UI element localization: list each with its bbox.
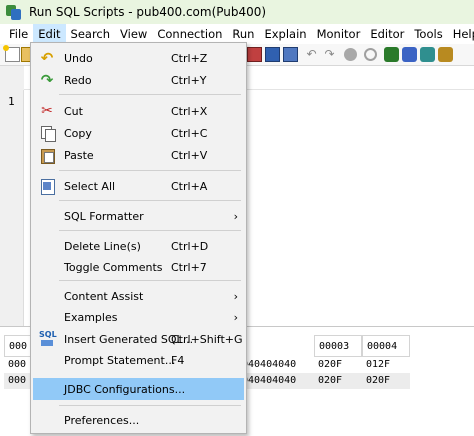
run-from-selected-icon[interactable]: [420, 47, 435, 62]
app-icon: [6, 4, 21, 20]
menu-separator: [59, 230, 241, 231]
menu-item-label: Cut: [64, 104, 83, 118]
menu-item-label: JDBC Configurations...: [64, 382, 186, 396]
menu-item-shortcut: Ctrl+Z: [171, 51, 208, 65]
menu-item-jdbc-configurations[interactable]: JDBC Configurations...: [33, 378, 244, 400]
toolbar-tool-2-icon[interactable]: [265, 47, 280, 62]
line-number-gutter: 1: [0, 90, 24, 326]
menu-separator: [59, 200, 241, 201]
menu-item-shortcut: Ctrl+C: [171, 126, 208, 140]
window-title: Run SQL Scripts - pub400.com(Pub400): [29, 5, 267, 19]
grid-column-header[interactable]: 00003: [314, 335, 362, 357]
menu-item-select-all[interactable]: Select All Ctrl+A: [33, 175, 244, 197]
menu-item-undo[interactable]: ↶ Undo Ctrl+Z: [33, 47, 244, 69]
run-step-icon[interactable]: [438, 47, 453, 62]
menu-item-content-assist[interactable]: Content Assist ›: [33, 285, 244, 307]
select-all-icon: [39, 178, 55, 195]
menu-explain[interactable]: Explain: [259, 24, 311, 44]
grid-cell[interactable]: 040404040: [238, 357, 314, 373]
toolbar-undo-icon[interactable]: ↶: [304, 47, 319, 62]
menu-separator: [59, 280, 241, 281]
run-all-icon[interactable]: [384, 47, 399, 62]
menu-monitor[interactable]: Monitor: [312, 24, 366, 44]
menu-item-sql-formatter[interactable]: SQL Formatter ›: [33, 205, 244, 227]
menu-item-shortcut: Ctrl+X: [171, 104, 208, 118]
edit-menu-dropdown: ↶ Undo Ctrl+Z ↷ Redo Ctrl+Y ✂ Cut Ctrl+X…: [30, 42, 247, 434]
run-selected-icon[interactable]: [402, 47, 417, 62]
menu-item-copy[interactable]: Copy Ctrl+C: [33, 122, 244, 144]
clipboard-icon: [39, 147, 55, 164]
toolbar-tool-3-icon[interactable]: [283, 47, 298, 62]
menu-item-shortcut: Ctrl+Shift+G: [171, 332, 243, 346]
menu-item-shortcut: Ctrl+V: [171, 148, 208, 162]
toolbar-tool-1-icon[interactable]: [247, 47, 262, 62]
menu-item-label: Select All: [64, 179, 116, 193]
cancel-icon[interactable]: [364, 48, 377, 61]
menu-item-label: Examples: [64, 310, 118, 324]
menu-item-label: Delete Line(s): [64, 239, 141, 253]
menu-item-shortcut: Ctrl+7: [171, 260, 207, 274]
menu-separator: [59, 405, 241, 406]
menu-item-preferences[interactable]: Preferences...: [33, 409, 244, 431]
menu-item-shortcut: Ctrl+Y: [171, 73, 207, 87]
menu-item-label: Preferences...: [64, 413, 140, 427]
menu-item-label: Prompt Statement...: [64, 353, 176, 367]
menu-bar: File Edit Search View Connection Run Exp…: [0, 24, 474, 44]
scissors-icon: ✂: [41, 103, 53, 119]
menu-item-paste[interactable]: Paste Ctrl+V: [33, 144, 244, 166]
menu-item-shortcut: Ctrl+A: [171, 179, 208, 193]
line-number: 1: [8, 95, 15, 108]
sql-icon: SQL: [39, 331, 57, 347]
submenu-arrow-icon: ›: [233, 310, 238, 324]
stop-icon[interactable]: [344, 48, 357, 61]
grid-cell[interactable]: 040404040: [238, 373, 314, 389]
submenu-arrow-icon: ›: [233, 209, 238, 223]
grid-cell[interactable]: 020F: [314, 373, 362, 389]
undo-icon: ↶: [40, 49, 54, 67]
redo-icon: ↷: [40, 71, 54, 89]
menu-connection[interactable]: Connection: [152, 24, 227, 44]
grid-column-header[interactable]: 00004: [362, 335, 410, 357]
submenu-arrow-icon: ›: [233, 289, 238, 303]
menu-item-label: Content Assist: [64, 289, 144, 303]
menu-item-prompt-statement[interactable]: Prompt Statement... F4: [33, 349, 244, 371]
menu-item-label: Copy: [64, 126, 92, 140]
toolbar-redo-icon[interactable]: ↷: [322, 47, 337, 62]
menu-run[interactable]: Run: [227, 24, 259, 44]
menu-item-examples[interactable]: Examples ›: [33, 306, 244, 328]
new-file-icon[interactable]: [3, 45, 20, 62]
menu-file[interactable]: File: [4, 24, 33, 44]
menu-item-redo[interactable]: ↷ Redo Ctrl+Y: [33, 69, 244, 91]
menu-item-label: Redo: [64, 73, 92, 87]
copy-icon: [39, 125, 56, 142]
menu-search[interactable]: Search: [66, 24, 116, 44]
grid-cell[interactable]: 020F: [314, 357, 362, 373]
menu-item-label: Paste: [64, 148, 94, 162]
menu-item-label: Toggle Comments: [64, 260, 163, 274]
menu-item-insert-generated-sql[interactable]: SQL Insert Generated SQL... Ctrl+Shift+G: [33, 328, 244, 350]
menu-separator: [59, 170, 241, 171]
menu-help[interactable]: Help: [448, 24, 474, 44]
menu-tools[interactable]: Tools: [409, 24, 447, 44]
menu-edit[interactable]: Edit: [33, 24, 66, 44]
grid-cell[interactable]: 020F: [362, 373, 410, 389]
menu-item-label: Undo: [64, 51, 93, 65]
menu-item-toggle-comments[interactable]: Toggle Comments Ctrl+7: [33, 256, 244, 278]
menu-item-cut[interactable]: ✂ Cut Ctrl+X: [33, 100, 244, 122]
menu-view[interactable]: View: [115, 24, 152, 44]
menu-item-label: SQL Formatter: [64, 209, 144, 223]
menu-item-shortcut: F4: [171, 353, 185, 367]
grid-cell[interactable]: 012F: [362, 357, 410, 373]
menu-item-shortcut: Ctrl+D: [171, 239, 209, 253]
menu-separator: [59, 94, 241, 95]
menu-editor[interactable]: Editor: [365, 24, 409, 44]
title-bar: Run SQL Scripts - pub400.com(Pub400): [0, 0, 474, 24]
menu-item-delete-lines[interactable]: Delete Line(s) Ctrl+D: [33, 235, 244, 257]
